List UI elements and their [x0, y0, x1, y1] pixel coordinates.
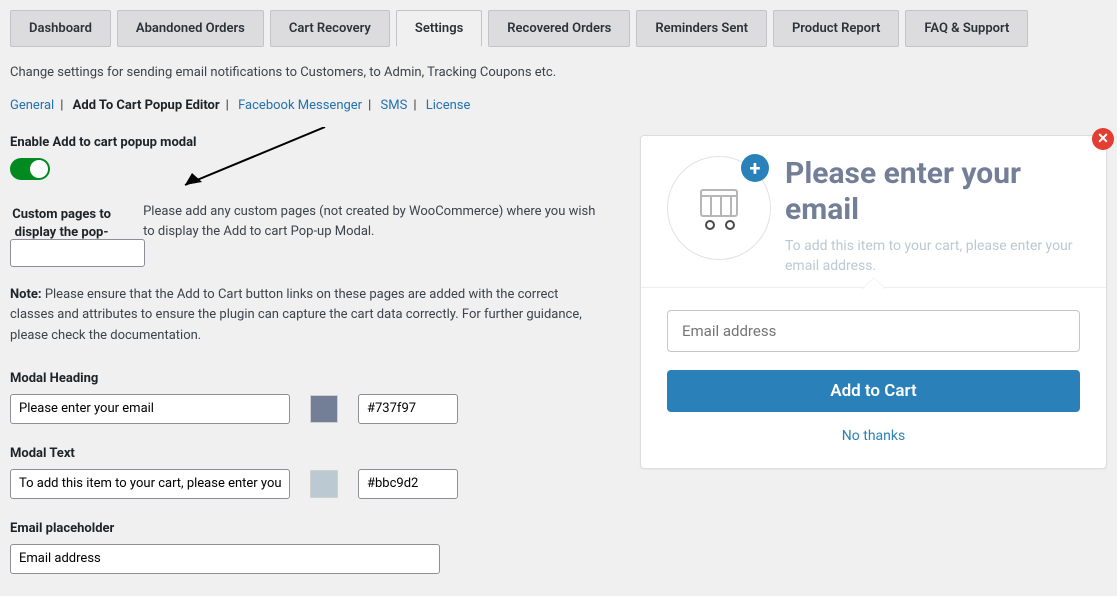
tab-recovered-orders[interactable]: Recovered Orders: [488, 10, 630, 47]
subtab-general[interactable]: General: [10, 98, 54, 113]
modal-text-color-swatch[interactable]: [310, 470, 338, 498]
enable-popup-toggle[interactable]: [10, 158, 50, 180]
email-placeholder-input[interactable]: [10, 544, 440, 574]
preview-email-input[interactable]: [667, 310, 1080, 352]
tab-reminders-sent[interactable]: Reminders Sent: [636, 10, 767, 47]
custom-pages-help: Please add any custom pages (not created…: [143, 202, 600, 241]
preview-heading: Please enter your email: [785, 156, 1080, 228]
plus-icon: +: [741, 154, 769, 182]
popup-preview: ✕ +: [640, 135, 1107, 469]
no-thanks-link[interactable]: No thanks: [667, 428, 1080, 444]
cart-icon: +: [667, 156, 771, 260]
modal-heading-color-swatch[interactable]: [310, 395, 338, 423]
setting-subtabs: General| Add To Cart Popup Editor| Faceb…: [10, 98, 1107, 113]
modal-heading-label: Modal Heading: [10, 371, 600, 386]
custom-pages-input[interactable]: [10, 239, 145, 267]
modal-heading-color-input[interactable]: [358, 394, 458, 424]
tab-faq-support[interactable]: FAQ & Support: [905, 10, 1028, 47]
note-text: Note: Please ensure that the Add to Cart…: [10, 285, 600, 347]
tab-dashboard[interactable]: Dashboard: [10, 10, 111, 47]
tab-cart-recovery[interactable]: Cart Recovery: [270, 10, 390, 47]
tab-product-report[interactable]: Product Report: [773, 10, 899, 47]
close-icon[interactable]: ✕: [1092, 128, 1114, 150]
tab-settings[interactable]: Settings: [396, 10, 482, 47]
tab-abandoned-orders[interactable]: Abandoned Orders: [117, 10, 264, 47]
modal-text-color-input[interactable]: [358, 469, 458, 499]
main-tabs: Dashboard Abandoned Orders Cart Recovery…: [10, 10, 1107, 47]
settings-form: Enable Add to cart popup modal Custom pa…: [10, 135, 600, 596]
subtab-sms[interactable]: SMS: [381, 98, 408, 113]
page-description: Change settings for sending email notifi…: [10, 65, 1107, 80]
enable-popup-label: Enable Add to cart popup modal: [10, 135, 600, 150]
subtab-license[interactable]: License: [426, 98, 471, 113]
modal-text-label: Modal Text: [10, 446, 600, 461]
modal-heading-input[interactable]: [10, 394, 290, 424]
subtab-facebook-messenger[interactable]: Facebook Messenger: [238, 98, 362, 113]
preview-text: To add this item to your cart, please en…: [785, 236, 1080, 277]
modal-text-input[interactable]: [10, 469, 290, 499]
email-placeholder-label: Email placeholder: [10, 521, 600, 536]
add-to-cart-button[interactable]: Add to Cart: [667, 370, 1080, 412]
subtab-atc[interactable]: Add To Cart Popup Editor: [73, 98, 220, 113]
